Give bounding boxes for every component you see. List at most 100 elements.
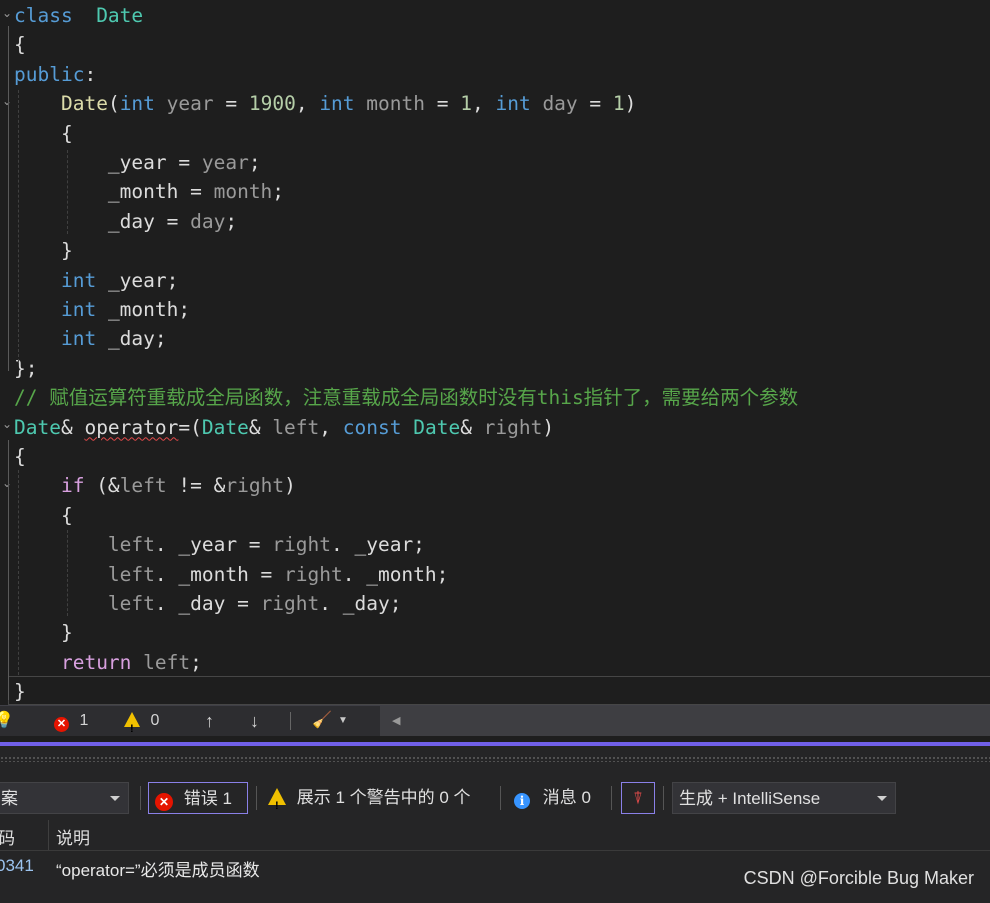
source-dropdown[interactable]: 生成 + IntelliSense — [672, 782, 896, 814]
fold-class-icon[interactable]: ⌄ — [2, 7, 12, 19]
chevron-down-icon[interactable]: ▼ — [338, 706, 348, 736]
code-token: _day; — [96, 327, 167, 351]
code-token: int — [119, 92, 155, 116]
code-token: = — [213, 92, 249, 116]
code-line[interactable]: { — [14, 501, 73, 530]
fold-operator-icon[interactable]: ⌄ — [2, 418, 12, 430]
code-token: (& — [84, 474, 120, 498]
code-token: year — [154, 92, 214, 116]
code-token: & — [460, 415, 484, 439]
code-line[interactable]: return left; — [14, 648, 202, 677]
scope-dropdown[interactable]: 案 — [0, 782, 129, 814]
error-description: “operator=”必须是成员函数 — [56, 861, 260, 880]
code-line[interactable]: { — [14, 119, 73, 148]
code-line[interactable]: _day = day; — [14, 207, 237, 236]
code-line[interactable]: { — [14, 30, 26, 59]
code-line[interactable]: int _month; — [14, 295, 190, 324]
error-icon: ✕ — [155, 793, 173, 811]
error-code: 0341 — [0, 856, 34, 875]
code-line[interactable]: Date& operator=(Date& left, const Date& … — [14, 413, 554, 442]
outline-bar-operator — [8, 440, 9, 700]
code-token: & — [248, 415, 273, 439]
code-token: month — [354, 92, 425, 116]
column-divider[interactable] — [48, 820, 49, 850]
chevron-down-icon — [110, 796, 120, 801]
divider — [663, 786, 664, 810]
code-token: ( — [107, 92, 120, 116]
divider — [290, 712, 291, 730]
code-token: int — [60, 298, 97, 321]
code-token: if — [60, 474, 85, 498]
warning-count[interactable]: 0 — [124, 706, 159, 744]
scope-dropdown-value: 案 — [1, 789, 18, 808]
code-token: left — [107, 562, 155, 586]
arrow-up-icon[interactable]: ↑ — [205, 706, 214, 736]
code-token: { — [14, 121, 73, 145]
code-line[interactable]: public: — [14, 60, 96, 89]
warnings-filter-button[interactable]: 展示 1 个警告中的 0 个 — [268, 782, 471, 822]
code-line[interactable]: left. _year = right. _year; — [14, 530, 425, 559]
code-token: } — [14, 239, 73, 263]
code-line[interactable]: int _year; — [14, 266, 178, 295]
panel-grip[interactable] — [0, 756, 990, 762]
code-token: Date — [14, 415, 61, 439]
code-token: { — [14, 33, 26, 57]
code-token: left — [272, 415, 320, 439]
code-token: . _year = — [154, 533, 273, 557]
filter-icon: ⍒ — [632, 789, 644, 808]
code-line[interactable]: Date(int year = 1900, int month = 1, int… — [14, 89, 636, 118]
watermark: CSDN @Forcible Bug Maker — [743, 868, 974, 888]
error-count[interactable]: ✕ 1 — [54, 706, 88, 736]
code-line[interactable]: int _day; — [14, 324, 167, 353]
messages-filter-button[interactable]: i 消息 0 — [514, 782, 591, 814]
code-line[interactable]: left. _month = right. _month; — [14, 560, 448, 589]
info-icon: i — [514, 793, 530, 809]
code-token: , — [471, 92, 496, 116]
code-line[interactable]: class Date — [14, 1, 143, 30]
code-token: right — [284, 562, 343, 586]
code-line[interactable]: // 赋值运算符重载成全局函数，注意重载成全局函数时没有this指针了，需要给两… — [14, 383, 798, 412]
code-token: public — [14, 62, 85, 86]
column-header-code[interactable]: 码 — [0, 824, 15, 849]
code-token: 1 — [612, 92, 625, 116]
code-line[interactable]: { — [14, 442, 26, 471]
lightbulb-icon[interactable]: 💡 — [0, 706, 14, 736]
source-dropdown-value: 生成 + IntelliSense — [679, 789, 821, 808]
column-header-description[interactable]: 说明 — [56, 824, 90, 849]
horizontal-scrollbar[interactable]: ◀ — [380, 706, 990, 736]
code-line[interactable]: if (&left != &right) — [14, 471, 296, 500]
chevron-down-icon — [877, 796, 887, 801]
code-token: _month = — [14, 180, 214, 204]
code-token: } — [14, 680, 26, 704]
code-editor[interactable]: class Date { public: Date(int year = 1900,… — [0, 0, 990, 705]
code-line[interactable]: } — [14, 677, 26, 705]
indent-guide — [67, 530, 68, 616]
errors-filter-button[interactable]: ✕ 错误 1 — [148, 782, 248, 814]
code-line[interactable]: _year = year; — [14, 148, 261, 177]
errors-filter-label: 错误 1 — [183, 789, 232, 808]
code-token: ) — [542, 415, 555, 439]
code-cleanup-icon[interactable]: 🧹 — [312, 706, 332, 736]
indent-guide — [18, 90, 19, 362]
code-line[interactable]: } — [14, 236, 73, 265]
arrow-down-icon[interactable]: ↓ — [250, 706, 259, 736]
code-line[interactable]: left. _day = right. _day; — [14, 589, 402, 618]
code-line[interactable]: } — [14, 618, 73, 647]
code-token: left — [107, 592, 155, 615]
code-token: ) — [624, 92, 637, 116]
code-token: { — [14, 445, 26, 468]
warnings-filter-label: 展示 1 个警告中的 0 个 — [296, 788, 471, 807]
scroll-left-icon[interactable]: ◀ — [392, 706, 400, 736]
editor-status-strip: 💡 ✕ 1 0 ↑ ↓ 🧹 ▼ ◀ — [0, 705, 990, 744]
code-token: int — [495, 92, 531, 116]
code-token: Date — [96, 4, 144, 27]
code-token: ) — [284, 474, 296, 498]
code-line[interactable]: _month = month; — [14, 177, 284, 206]
code-token: . _year; — [331, 533, 425, 557]
filter-button[interactable]: ⍒ — [621, 782, 655, 814]
warning-icon — [124, 712, 140, 744]
code-token: Date — [60, 92, 108, 116]
